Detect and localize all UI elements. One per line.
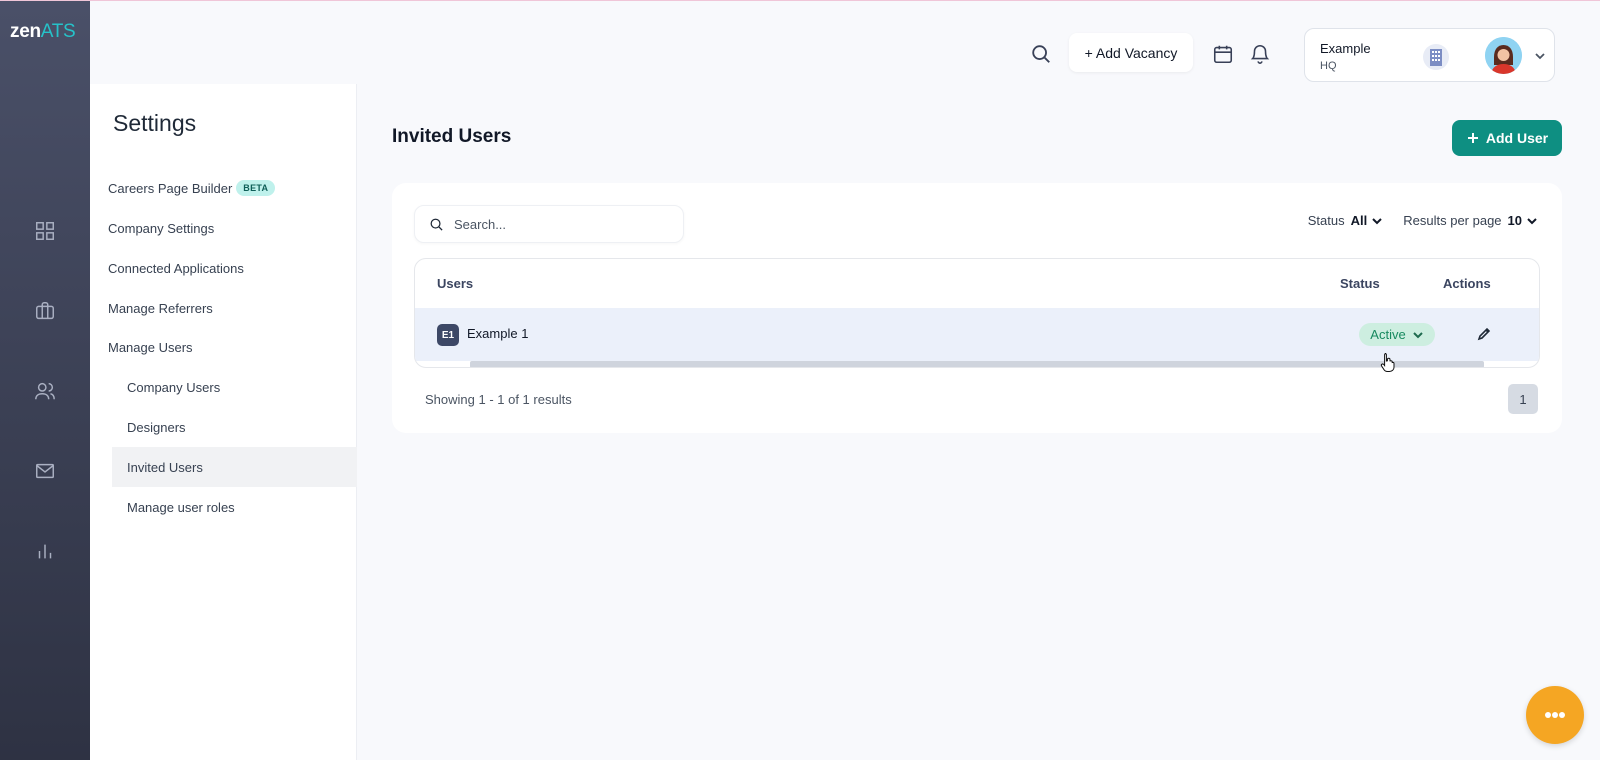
bar-chart-icon[interactable] [31, 537, 59, 565]
briefcase-icon[interactable] [31, 297, 59, 325]
chat-button[interactable] [1526, 686, 1584, 744]
app-rail: zenATS [0, 0, 90, 760]
nav-invited-users[interactable]: Invited Users [112, 447, 357, 487]
building-icon [1423, 44, 1449, 70]
account-location: HQ [1320, 60, 1337, 72]
page-title: Invited Users [392, 126, 512, 147]
nav-designers[interactable]: Designers [112, 407, 357, 447]
chevron-down-icon [1371, 215, 1383, 227]
nav-company-users[interactable]: Company Users [112, 367, 357, 407]
calendar-icon[interactable] [1212, 43, 1236, 69]
user-initials-badge: E1 [437, 324, 459, 346]
column-header-users[interactable]: Users [437, 276, 473, 291]
invited-users-table: Users Status Actions E1 Example 1 Active [414, 258, 1540, 368]
status-filter-dropdown[interactable]: All [1351, 213, 1384, 228]
chevron-down-icon [1412, 329, 1424, 341]
add-vacancy-button[interactable]: + Add Vacancy [1069, 33, 1193, 72]
plus-icon [1467, 133, 1478, 143]
nav-manage-users[interactable]: Manage Users [108, 327, 193, 367]
bell-icon[interactable] [1249, 43, 1273, 69]
column-header-actions: Actions [1443, 276, 1491, 291]
column-header-status[interactable]: Status [1340, 276, 1380, 291]
dashboard-icon[interactable] [31, 217, 59, 245]
user-name: Example 1 [467, 326, 529, 341]
users-card: Status All Results per page 10 Users Sta… [392, 183, 1562, 433]
more-dots-icon [1545, 712, 1565, 718]
search-input[interactable] [454, 216, 674, 232]
status-filter-label: Status [1307, 213, 1345, 228]
edit-icon[interactable] [1476, 326, 1492, 342]
account-switcher[interactable]: Example HQ [1304, 28, 1555, 82]
per-page-label: Results per page [1403, 213, 1502, 228]
hand-cursor-icon [1380, 353, 1395, 372]
settings-sidebar: Settings Careers Page Builder BETA Compan… [90, 84, 357, 760]
status-dropdown[interactable]: Active [1359, 323, 1435, 346]
mail-icon[interactable] [31, 457, 59, 485]
account-name: Example [1320, 41, 1371, 56]
table-row[interactable]: E1 Example 1 Active [415, 308, 1539, 361]
nav-manage-referrers[interactable]: Manage Referrers [108, 288, 213, 328]
chevron-down-icon [1526, 215, 1538, 227]
nav-careers-page-builder[interactable]: Careers Page Builder BETA [108, 168, 276, 208]
zenats-logo[interactable]: zenATS [10, 21, 76, 43]
avatar[interactable] [1485, 37, 1522, 74]
search-icon[interactable] [1030, 43, 1056, 69]
nav-company-settings[interactable]: Company Settings [108, 208, 214, 248]
nav-manage-user-roles[interactable]: Manage user roles [112, 487, 357, 527]
table-filters: Status All Results per page 10 [1308, 213, 1538, 228]
search-field[interactable] [414, 205, 684, 243]
people-icon[interactable] [31, 377, 59, 405]
beta-badge: BETA [236, 180, 276, 196]
pagination-page-button[interactable]: 1 [1508, 384, 1538, 414]
add-user-button[interactable]: Add User [1452, 120, 1562, 156]
settings-title: Settings [113, 110, 197, 136]
add-user-label: Add User [1485, 130, 1549, 146]
nav-connected-applications[interactable]: Connected Applications [108, 248, 244, 288]
per-page-dropdown[interactable]: 10 [1508, 213, 1538, 228]
horizontal-scrollbar[interactable] [470, 361, 1484, 367]
chevron-down-icon [1533, 49, 1547, 63]
results-summary: Showing 1 - 1 of 1 results [425, 392, 572, 407]
search-icon [430, 218, 443, 231]
